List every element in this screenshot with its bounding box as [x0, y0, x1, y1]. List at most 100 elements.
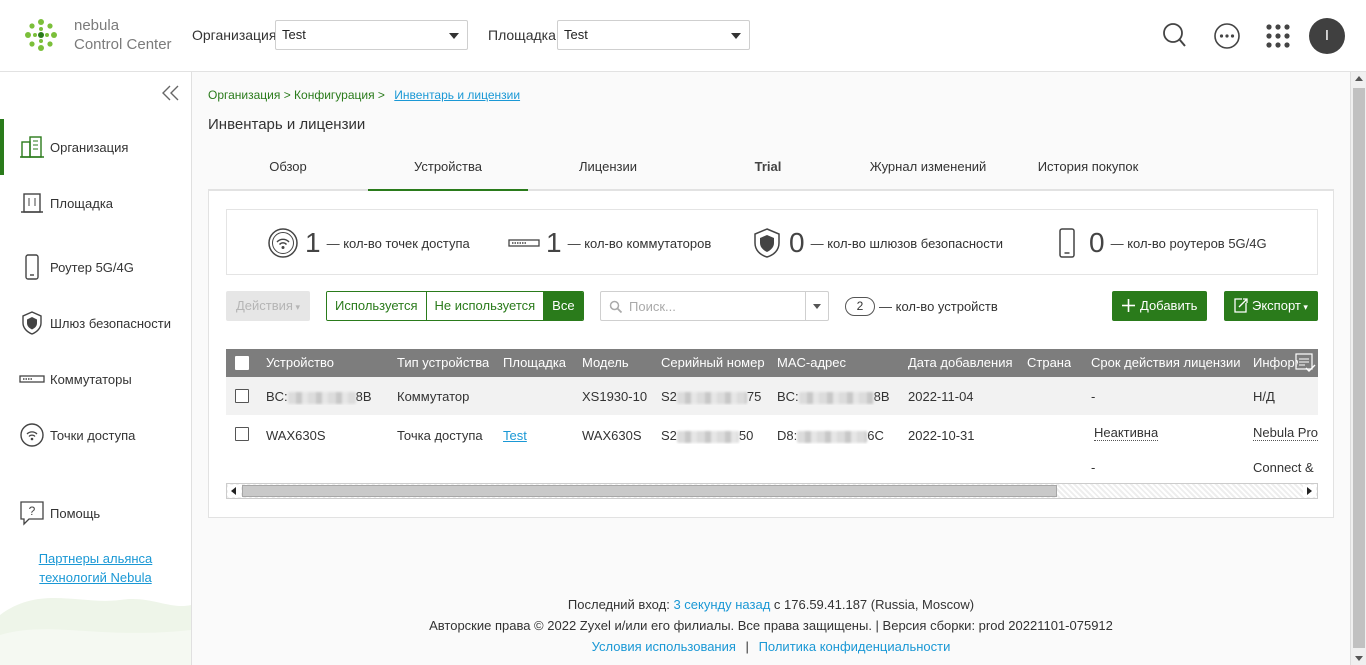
search-dropdown-toggle[interactable]: [805, 292, 828, 320]
sidebar-item-help[interactable]: ? Помощь: [0, 493, 191, 533]
access-point-icon: [20, 423, 44, 447]
cell-site-link[interactable]: Test: [503, 427, 527, 444]
breadcrumb-path[interactable]: Организация > Конфигурация >: [208, 88, 385, 102]
caret-down-icon: ▾: [1300, 302, 1308, 312]
devices-panel: 1 — кол-во точек доступа 1 — кол-во комм…: [208, 191, 1334, 518]
stat-value: 1: [305, 227, 321, 258]
privacy-link[interactable]: Политика конфиденциальности: [759, 639, 951, 654]
search-placeholder: Поиск...: [629, 299, 676, 314]
column-header-device[interactable]: Устройство: [266, 349, 334, 377]
filter-unused-button[interactable]: Не используется: [426, 292, 545, 320]
collapse-sidebar-icon[interactable]: [161, 84, 181, 102]
search-icon[interactable]: [1157, 18, 1193, 54]
table-header: Устройство Тип устройства Площадка Модел…: [226, 349, 1318, 377]
serial-suffix: 75: [746, 389, 762, 404]
apps-grid-icon[interactable]: [1260, 18, 1296, 54]
row-checkbox[interactable]: [235, 389, 249, 403]
column-header-country[interactable]: Страна: [1027, 349, 1071, 377]
redacted-mask: [676, 430, 739, 443]
vertical-scrollbar[interactable]: [1350, 72, 1366, 665]
sidebar-item-site[interactable]: Площадка: [0, 183, 191, 223]
search-input[interactable]: Поиск...: [600, 291, 829, 321]
sidebar-item-switches[interactable]: Коммутаторы: [0, 359, 191, 399]
scroll-down-arrow-icon[interactable]: [1355, 656, 1363, 661]
select-all-checkbox[interactable]: [235, 356, 249, 370]
sidebar-item-label: Шлюз безопасности: [50, 315, 172, 331]
site-icon: [21, 193, 43, 213]
scrollbar-thumb[interactable]: [242, 485, 1057, 497]
table-row[interactable]: WAX630S Точка доступа Test WAX630S S2 50 …: [226, 415, 1318, 483]
org-select-value: Test: [282, 27, 306, 42]
sidebar-item-security-gateway[interactable]: Шлюз безопасности: [0, 303, 191, 343]
table-row[interactable]: BC: 8B Коммутатор XS1930-10 S2 75 BC: 8B 20…: [226, 377, 1318, 415]
mobile-router-icon: [1059, 228, 1075, 258]
add-button[interactable]: Добавить: [1112, 291, 1208, 321]
column-header-info[interactable]: Информ: [1253, 349, 1298, 377]
sidebar-item-organization[interactable]: Организация: [0, 119, 191, 175]
sidebar-item-access-points[interactable]: Точки доступа: [0, 415, 191, 455]
caret-down-icon: ▾: [292, 302, 300, 312]
device-count-label: — кол-во устройств: [879, 299, 998, 314]
tab-bar: Обзор Устройства Лицензии Trial Журнал и…: [208, 152, 1334, 191]
scroll-right-arrow-icon[interactable]: [1303, 485, 1316, 497]
site-select[interactable]: Test: [557, 20, 750, 50]
actions-button[interactable]: Действия ▾: [226, 291, 310, 321]
column-header-mac[interactable]: MAC-адрес: [777, 349, 846, 377]
cell-license-expiry: -: [1091, 389, 1096, 404]
mac-suffix: 8B: [873, 389, 890, 404]
column-header-site[interactable]: Площадка: [503, 349, 566, 377]
alliance-partners-link[interactable]: Партнеры альянса технологий Nebula: [0, 549, 191, 587]
chevron-down-icon: [449, 33, 459, 39]
export-button-label: Экспорт: [1252, 298, 1301, 313]
org-select[interactable]: Test: [275, 20, 468, 50]
devices-toolbar: Действия ▾ Используется Не используется …: [226, 291, 1318, 323]
nebula-logo-icon[interactable]: [24, 18, 58, 52]
sidebar-item-mobile-router[interactable]: Роутер 5G/4G: [0, 247, 191, 287]
tab-overview[interactable]: Обзор: [208, 152, 368, 191]
stat-security-gateways: 0 — кол-во шлюзов безопасности: [751, 210, 1003, 276]
scrollbar-thumb[interactable]: [1353, 88, 1365, 648]
serial-prefix: S2: [661, 389, 677, 404]
tab-trial[interactable]: Trial: [688, 152, 848, 191]
sidebar-item-label: Точки доступа: [50, 427, 136, 443]
column-header-license-expiry[interactable]: Срок действия лицензии: [1091, 349, 1241, 377]
column-header-model[interactable]: Модель: [582, 349, 629, 377]
shield-icon: [22, 311, 42, 335]
column-header-device-type[interactable]: Тип устройства: [397, 349, 489, 377]
terms-link[interactable]: Условия использования: [592, 639, 736, 654]
last-login-link[interactable]: 3 секунду назад: [673, 597, 770, 612]
tab-licenses[interactable]: Лицензии: [528, 152, 688, 191]
export-button[interactable]: Экспорт ▾: [1224, 291, 1318, 321]
cell-info-secondary: Connect &: [1253, 460, 1314, 475]
sidebar-item-label: Площадка: [50, 195, 114, 211]
avatar[interactable]: I: [1309, 18, 1345, 54]
tab-change-log[interactable]: Журнал изменений: [848, 152, 1008, 191]
scroll-left-arrow-icon[interactable]: [228, 485, 241, 497]
breadcrumb: Организация > Конфигурация > Инвентарь и…: [208, 88, 520, 102]
stat-label: — кол-во коммутаторов: [567, 235, 712, 251]
row-checkbox[interactable]: [235, 427, 249, 441]
brand-line-1: nebula: [74, 17, 120, 34]
site-select-value: Test: [564, 27, 588, 42]
brand-name: nebula Control Center: [74, 16, 172, 54]
column-header-date-added[interactable]: Дата добавления: [908, 349, 1013, 377]
brand-line-2: Control Center: [74, 36, 172, 53]
cell-date-added: 2022-10-31: [908, 428, 975, 443]
organization-icon: [20, 136, 44, 158]
export-icon: [1234, 298, 1248, 313]
scroll-up-arrow-icon[interactable]: [1355, 76, 1363, 81]
tab-purchase-history[interactable]: История покупок: [1008, 152, 1168, 191]
filter-used-button[interactable]: Используется: [327, 292, 427, 320]
access-point-icon: [268, 228, 298, 258]
column-header-serial[interactable]: Серийный номер: [661, 349, 765, 377]
filter-all-button[interactable]: Все: [544, 292, 583, 320]
tab-devices[interactable]: Устройства: [368, 152, 528, 191]
horizontal-scrollbar[interactable]: [226, 483, 1318, 499]
license-status-label[interactable]: Неактивна: [1094, 425, 1159, 441]
more-icon[interactable]: [1209, 18, 1245, 54]
redacted-mask: [798, 391, 874, 404]
breadcrumb-current[interactable]: Инвентарь и лицензии: [394, 88, 520, 102]
license-info-label[interactable]: Nebula Pro: [1253, 425, 1318, 441]
column-chooser-icon[interactable]: [1294, 352, 1316, 374]
sidebar-item-label: Организация: [50, 139, 129, 155]
